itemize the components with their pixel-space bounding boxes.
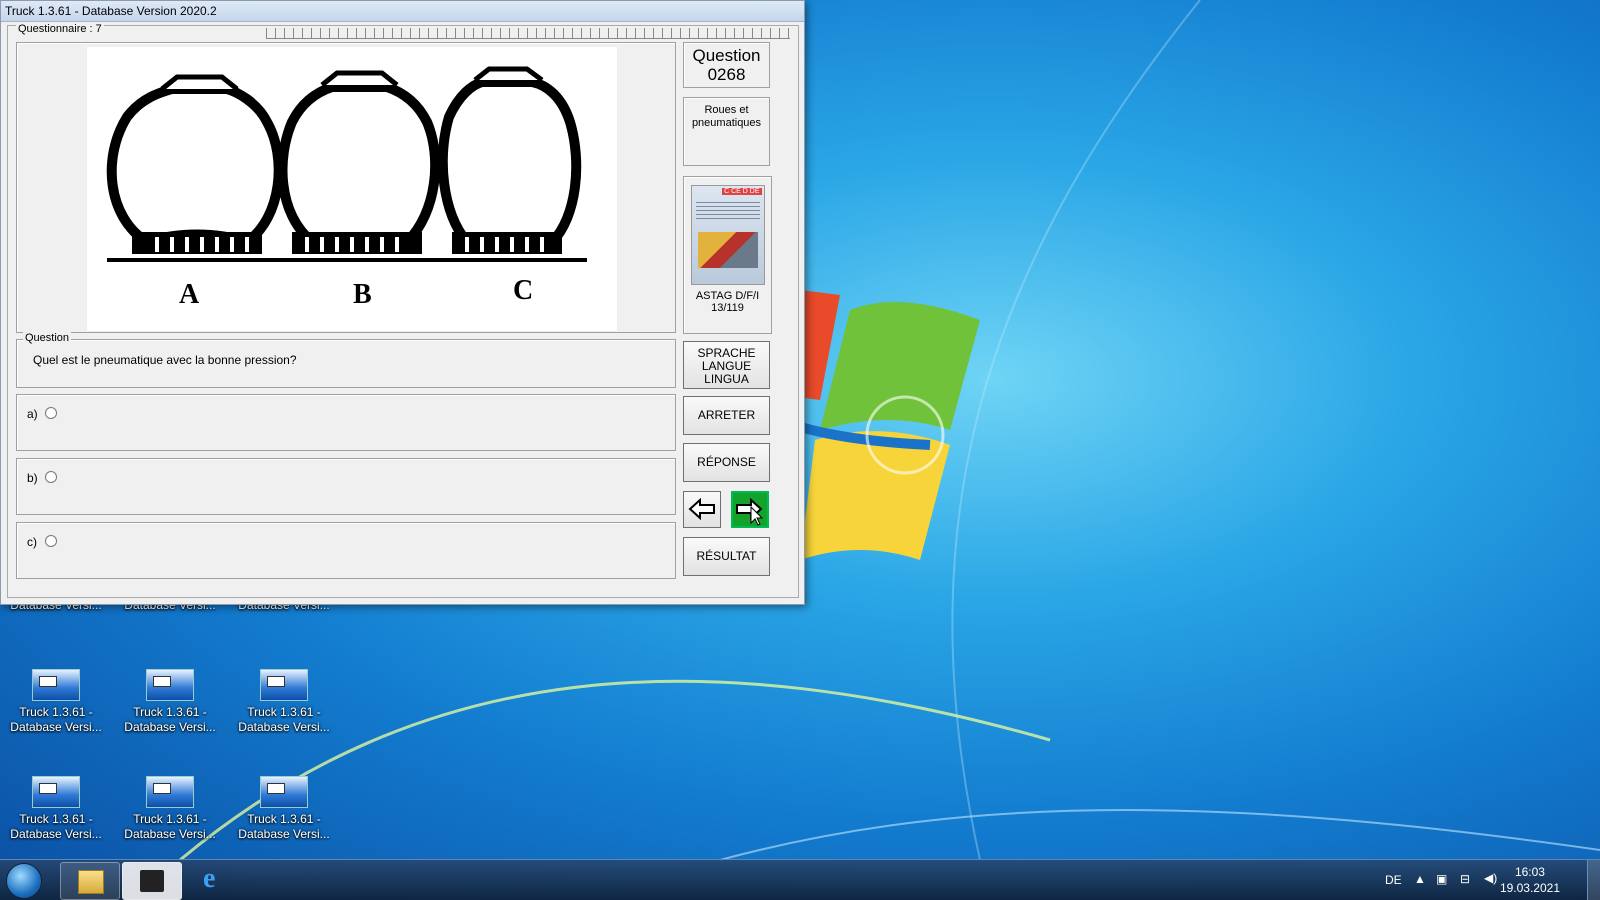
usb-device-icon[interactable]: ▣ bbox=[1436, 872, 1447, 886]
desktop-icon-truck-app[interactable]: Truck 1.3.61 - Database Versi... bbox=[6, 776, 106, 842]
truck-app-icon bbox=[32, 669, 80, 701]
question-image-panel: A B C bbox=[16, 42, 676, 333]
truck-app-icon bbox=[146, 669, 194, 701]
category-box: Roues et pneumatiques bbox=[683, 97, 770, 166]
show-hidden-icons[interactable]: ▲ bbox=[1414, 872, 1426, 886]
answer-b[interactable]: b) bbox=[16, 458, 676, 515]
taskbar: e DE ▲ ▣ ⊟ ◀) 16:03 19.03.2021 bbox=[0, 859, 1600, 900]
question-number-title: Question bbox=[692, 46, 761, 65]
truck-app-icon bbox=[260, 669, 308, 701]
desktop-icon-truck-app[interactable]: Truck 1.3.61 - Database Versi... bbox=[234, 669, 334, 735]
category-line-2: pneumatiques bbox=[691, 117, 762, 129]
answer-a-label: a) bbox=[27, 407, 38, 421]
arrow-right-icon bbox=[736, 497, 764, 526]
tire-label-b: B bbox=[353, 279, 372, 310]
answer-a-radio[interactable] bbox=[45, 407, 57, 419]
desktop-icon-label-line-2: Database Versi... bbox=[238, 720, 330, 734]
next-question-button[interactable] bbox=[731, 491, 769, 528]
clock-date: 19.03.2021 bbox=[1499, 881, 1560, 895]
book-reference-line-2: 13/119 bbox=[711, 302, 744, 314]
desktop-icon-truck-app[interactable]: Truck 1.3.61 - Database Versi... bbox=[234, 776, 334, 842]
question-number: 0268 bbox=[707, 65, 746, 84]
reference-book-box: C CE D DE ASTAG D/F/I 13/119 bbox=[683, 176, 772, 334]
book-reference-line-1: ASTAG D/F/I bbox=[695, 290, 760, 302]
answer-b-label: b) bbox=[27, 471, 38, 485]
question-number-box: Question 0268 bbox=[683, 42, 770, 88]
taskbar-ie-button[interactable]: e bbox=[184, 862, 244, 900]
app-window: Truck 1.3.61 - Database Version 2020.2 Q… bbox=[0, 0, 805, 605]
answer-a[interactable]: a) bbox=[16, 394, 676, 451]
language-button-line-3: LINGUA bbox=[704, 372, 749, 386]
question-text: Quel est le pneumatique avec la bonne pr… bbox=[33, 353, 297, 367]
arrow-left-icon bbox=[688, 497, 715, 521]
category-line-1: Roues et bbox=[704, 104, 749, 116]
desktop-icon-label-line-2: Database Versi... bbox=[124, 720, 216, 734]
truck-app-icon bbox=[146, 776, 194, 808]
clock-time: 16:03 bbox=[1514, 865, 1545, 879]
start-button[interactable] bbox=[6, 863, 42, 899]
taskbar-explorer-button[interactable] bbox=[60, 862, 120, 900]
tire-pressure-illustration bbox=[106, 66, 587, 262]
question-box: Question Quel est le pneumatique avec la… bbox=[16, 332, 676, 388]
result-button[interactable]: RÉSULTAT bbox=[683, 537, 770, 576]
windows-logo-icon bbox=[780, 290, 980, 560]
network-icon[interactable]: ⊟ bbox=[1460, 872, 1470, 886]
taskbar-truck-app-button[interactable] bbox=[122, 862, 182, 900]
desktop-icon-label-line-1: Truck 1.3.61 - bbox=[133, 705, 207, 719]
desktop-icon-truck-app[interactable]: Truck 1.3.61 - Database Versi... bbox=[120, 776, 220, 842]
folder-icon bbox=[78, 870, 104, 894]
language-button[interactable]: SPRACHE LANGUE LINGUA bbox=[683, 341, 770, 389]
truck-app-icon bbox=[32, 776, 80, 808]
questionnaire-progress-ticks bbox=[266, 28, 790, 39]
book-category-tag: C CE D DE bbox=[722, 188, 762, 195]
clock[interactable]: 16:03 19.03.2021 bbox=[1500, 864, 1560, 896]
answer-button[interactable]: RÉPONSE bbox=[683, 443, 770, 482]
desktop-icon-label-line-2: Database Versi... bbox=[10, 827, 102, 841]
desktop-icon-label-line-1: Truck 1.3.61 - bbox=[19, 705, 93, 719]
answer-b-radio[interactable] bbox=[45, 471, 57, 483]
window-title[interactable]: Truck 1.3.61 - Database Version 2020.2 bbox=[1, 1, 804, 22]
truck-icon bbox=[140, 870, 164, 892]
question-image: A B C bbox=[87, 47, 617, 331]
answer-c-radio[interactable] bbox=[45, 535, 57, 547]
questionnaire-label: Questionnaire : 7 bbox=[16, 23, 104, 35]
previous-question-button[interactable] bbox=[683, 491, 721, 528]
desktop-icon-label-line-2: Database Versi... bbox=[10, 720, 102, 734]
desktop-icon-label-line-1: Truck 1.3.61 - bbox=[247, 705, 321, 719]
questionnaire-groupbox: Questionnaire : 7 A B C Question Quel es… bbox=[7, 23, 799, 598]
show-desktop-button[interactable] bbox=[1587, 860, 1600, 900]
book-cover-image: C CE D DE bbox=[690, 185, 765, 285]
question-legend: Question bbox=[23, 332, 72, 344]
desktop-icon-label-line-2: Database Versi... bbox=[238, 827, 330, 841]
desktop-icon-truck-app[interactable]: Truck 1.3.61 - Database Versi... bbox=[120, 669, 220, 735]
answer-c-label: c) bbox=[27, 535, 37, 549]
stop-button[interactable]: ARRETER bbox=[683, 396, 770, 435]
volume-icon[interactable]: ◀) bbox=[1484, 871, 1497, 885]
desktop-icon-label-line-1: Truck 1.3.61 - bbox=[133, 812, 207, 826]
truck-app-icon bbox=[260, 776, 308, 808]
desktop-icon-label-line-1: Truck 1.3.61 - bbox=[247, 812, 321, 826]
desktop-icon-label-line-1: Truck 1.3.61 - bbox=[19, 812, 93, 826]
answer-c[interactable]: c) bbox=[16, 522, 676, 579]
internet-explorer-icon: e bbox=[203, 863, 216, 894]
desktop-icon-label-line-2: Database Versi... bbox=[124, 827, 216, 841]
language-indicator[interactable]: DE bbox=[1385, 873, 1402, 887]
tire-label-a: A bbox=[179, 279, 200, 310]
desktop-icon-truck-app[interactable]: Truck 1.3.61 - Database Versi... bbox=[6, 669, 106, 735]
tire-label-c: C bbox=[513, 275, 534, 306]
